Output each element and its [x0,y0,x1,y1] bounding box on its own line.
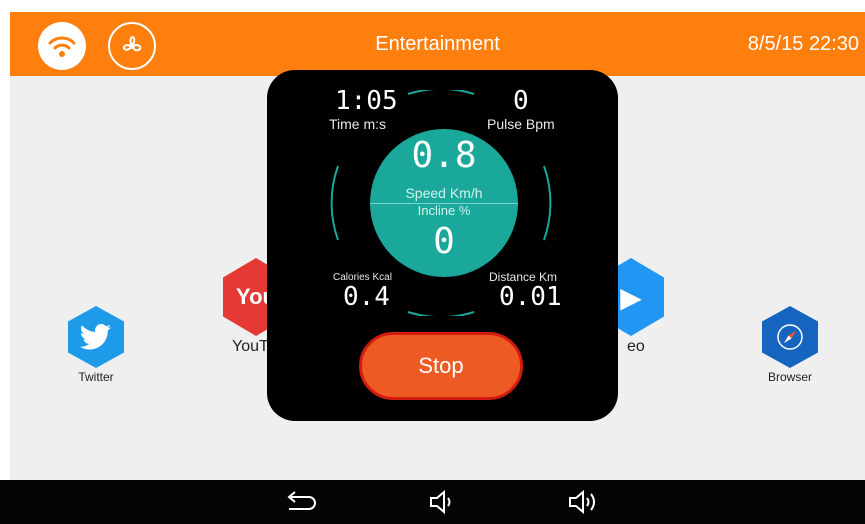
app-browser[interactable]: Browser [754,306,826,384]
volume-up-icon [569,489,595,515]
incline-value: 0 [433,221,455,262]
calories-value: 0.4 [343,282,390,312]
pulse-label: Pulse Bpm [487,116,555,132]
header-bar: Entertainment 8/5/15 22:30 [10,12,865,76]
time-label: Time m:s [329,116,387,132]
top-frame [0,0,865,12]
page-title: Entertainment [375,33,500,55]
volume-down-button[interactable] [424,488,460,516]
speed-label: Speed Km/h [405,185,483,201]
speed-value: 0.8 [411,135,477,176]
system-nav-bar [0,480,865,524]
back-icon [287,491,316,510]
workout-panel: 1:05 Time m:s 0 Pulse Bpm 0.8 Speed Km/h… [267,70,618,421]
date-time: 8/5/15 22:30 [747,33,859,55]
pulse-value: 0 [513,86,529,116]
stop-button[interactable]: Stop [359,332,523,400]
app-twitter[interactable]: Twitter [60,306,132,384]
twitter-icon [68,306,124,368]
speed-incline-dial: 0.8 Speed Km/h Incline % 0 [370,129,518,277]
volume-down-icon [430,489,451,515]
time-value: 1:05 [335,86,398,116]
volume-up-button[interactable] [566,488,602,516]
distance-value: 0.01 [499,282,562,312]
incline-label: Incline % [417,203,471,218]
app-label: Browser [767,370,812,384]
app-label: Twitter [78,370,114,384]
browser-icon [762,306,818,368]
back-button[interactable] [282,488,318,516]
